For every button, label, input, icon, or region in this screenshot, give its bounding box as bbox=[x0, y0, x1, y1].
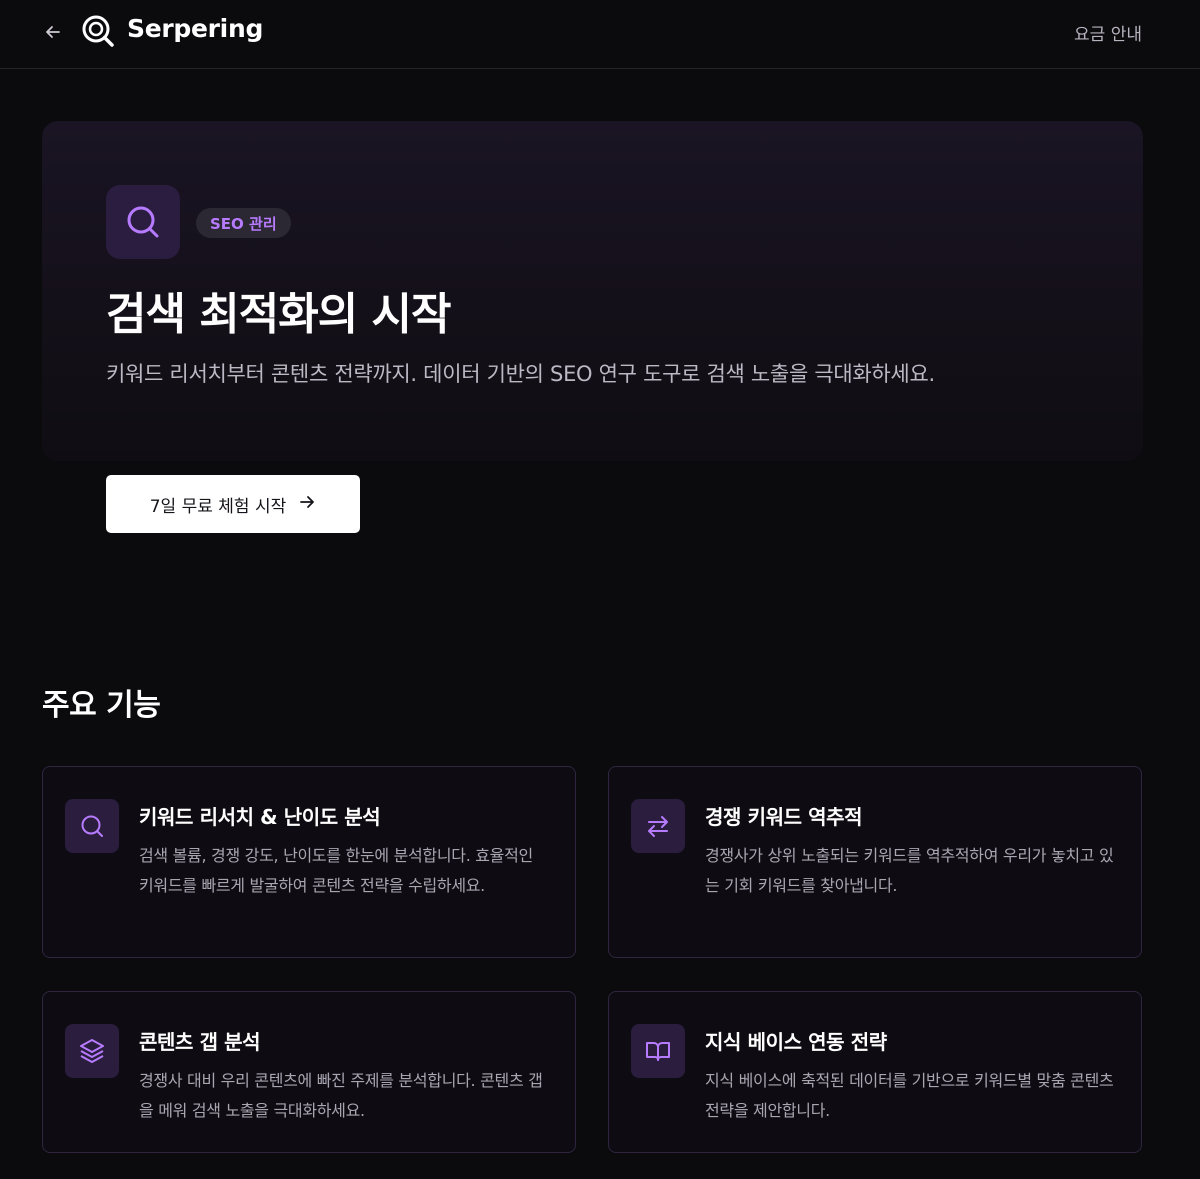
feature-description: 경쟁사 대비 우리 콘텐츠에 빠진 주제를 분석합니다. 콘텐츠 갭을 메워 검… bbox=[139, 1071, 543, 1120]
pricing-link[interactable]: 요금 안내 bbox=[1074, 20, 1142, 45]
feature-description: 검색 볼륨, 경쟁 강도, 난이도를 한눈에 분석합니다. 효율적인 키워드를 … bbox=[139, 846, 533, 895]
page-title: 검색 최적화의 시작 bbox=[106, 289, 451, 340]
feature-description: 지식 베이스에 축적된 데이터를 기반으로 키워드별 맞춤 콘텐츠 전략을 제안… bbox=[705, 1071, 1114, 1120]
category-badge: SEO 관리 bbox=[196, 208, 291, 238]
feature-description: 경쟁사가 상위 노출되는 키워드를 역추적하여 우리가 놓치고 있는 기회 키워… bbox=[705, 846, 1114, 895]
search-icon bbox=[106, 185, 180, 259]
features-section-title: 주요 기능 bbox=[42, 688, 161, 723]
feature-title: 경쟁 키워드 역추적 bbox=[705, 805, 863, 829]
layers-icon bbox=[65, 1024, 119, 1078]
feature-title: 지식 베이스 연동 전략 bbox=[705, 1030, 887, 1054]
start-free-trial-button[interactable]: 7일 무료 체험 시작 bbox=[106, 475, 360, 533]
back-arrow-icon[interactable] bbox=[40, 19, 66, 45]
feature-title: 콘텐츠 갭 분석 bbox=[139, 1030, 261, 1054]
brand-name[interactable]: Serpering bbox=[127, 14, 263, 43]
feature-card-content-gap[interactable]: 콘텐츠 갭 분석 경쟁사 대비 우리 콘텐츠에 빠진 주제를 분석합니다. 콘텐… bbox=[42, 991, 576, 1153]
logo-icon[interactable] bbox=[80, 13, 116, 49]
cta-label: 7일 무료 체험 시작 bbox=[149, 496, 287, 517]
feature-card-keyword-research[interactable]: 키워드 리서치 & 난이도 분석 검색 볼륨, 경쟁 강도, 난이도를 한눈에 … bbox=[42, 766, 576, 958]
feature-card-competitor-keywords[interactable]: 경쟁 키워드 역추적 경쟁사가 상위 노출되는 키워드를 역추적하여 우리가 놓… bbox=[608, 766, 1142, 958]
feature-title: 키워드 리서치 & 난이도 분석 bbox=[139, 805, 381, 829]
book-open-icon bbox=[631, 1024, 685, 1078]
swap-arrows-icon bbox=[631, 799, 685, 853]
hero-description: 키워드 리서치부터 콘텐츠 전략까지. 데이터 기반의 SEO 연구 도구로 검… bbox=[106, 362, 935, 386]
search-icon bbox=[65, 799, 119, 853]
arrow-right-icon bbox=[298, 493, 316, 516]
hero-section: SEO 관리 검색 최적화의 시작 키워드 리서치부터 콘텐츠 전략까지. 데이… bbox=[42, 121, 1143, 461]
feature-card-knowledge-base[interactable]: 지식 베이스 연동 전략 지식 베이스에 축적된 데이터를 기반으로 키워드별 … bbox=[608, 991, 1142, 1153]
top-navigation-bar: Serpering 요금 안내 bbox=[0, 0, 1200, 69]
